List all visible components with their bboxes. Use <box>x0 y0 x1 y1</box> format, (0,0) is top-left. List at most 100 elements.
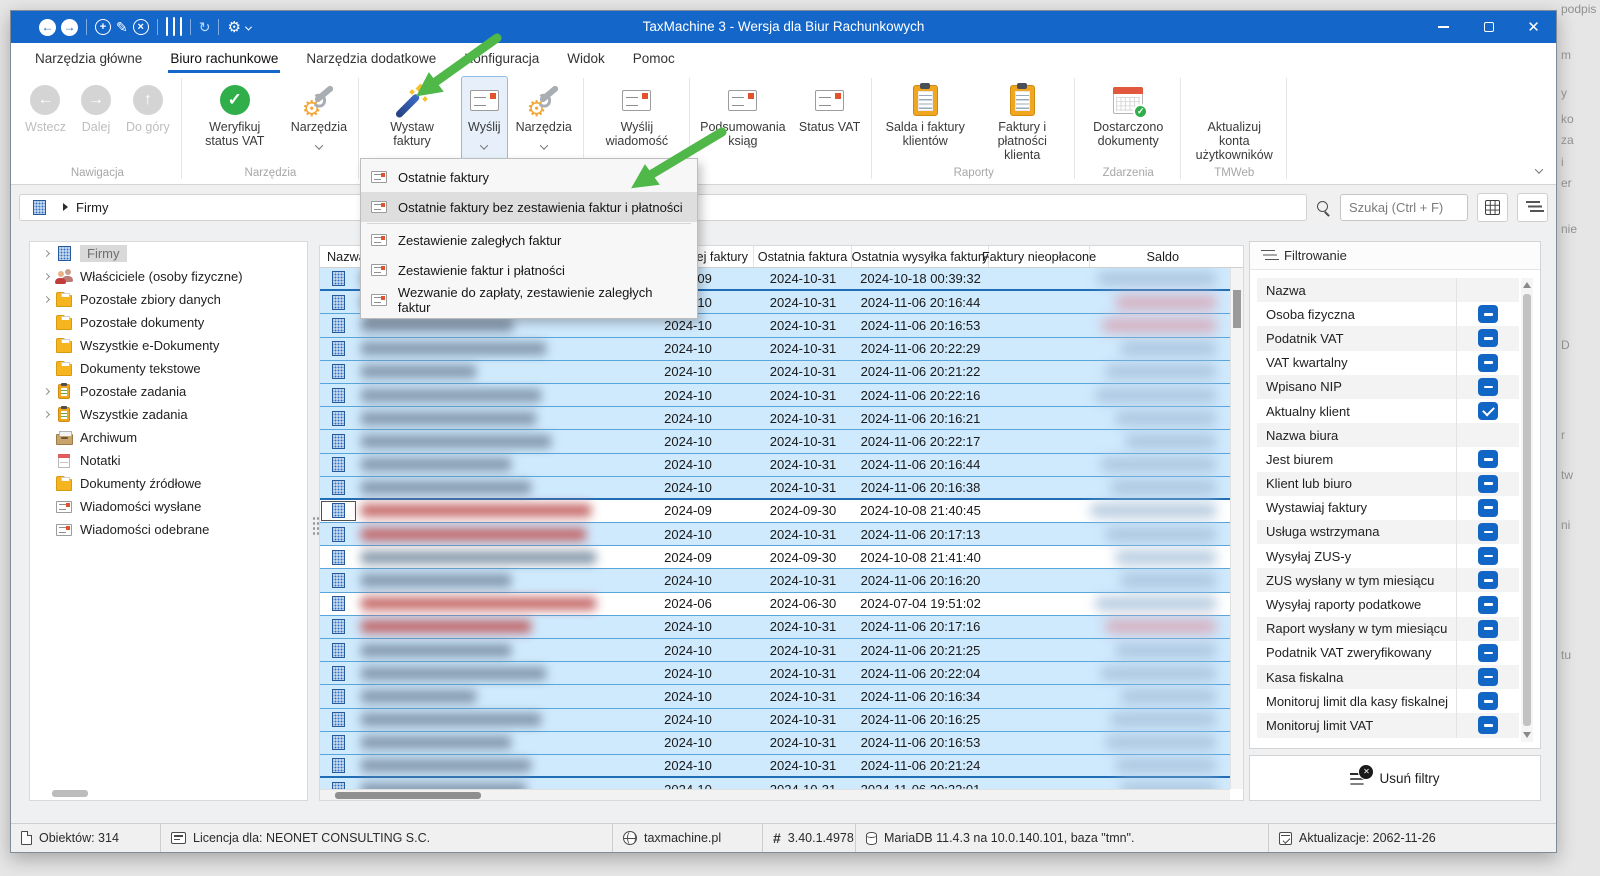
checkbox-indeterminate[interactable] <box>1478 668 1498 686</box>
table-row[interactable]: 2024-102024-10-312024-11-06 20:22:04 <box>320 662 1230 685</box>
close-button[interactable]: ✕ <box>1511 11 1556 43</box>
checkbox-indeterminate[interactable] <box>1478 329 1498 347</box>
checkbox-indeterminate[interactable] <box>1478 378 1498 396</box>
expand-chevron-icon[interactable] <box>39 389 54 394</box>
table-row[interactable]: 2024-102024-10-312024-11-06 20:16:20 <box>320 569 1230 592</box>
faktury-i-p-atno-ci-klienta-ribbon-button[interactable]: Faktury i płatności klienta <box>974 76 1070 165</box>
checkbox-indeterminate[interactable] <box>1478 692 1498 710</box>
tree-item-dokumenty-r-d-owe[interactable]: Dokumenty źródłowe <box>30 472 307 495</box>
checkbox-indeterminate[interactable] <box>1478 499 1498 517</box>
table-row[interactable]: 2024-102024-10-312024-11-06 20:16:53 <box>320 732 1230 755</box>
table-row[interactable]: 2024-102024-10-312024-11-06 20:22:16 <box>320 384 1230 407</box>
checkbox-indeterminate[interactable] <box>1478 354 1498 372</box>
narz-dzia-ribbon-button[interactable]: ⚙Narzędzia <box>284 76 354 165</box>
filter-scrollbar[interactable] <box>1521 278 1533 742</box>
tree-item-pozosta-e-zbiory-danych[interactable]: Pozostałe zbiory danych <box>30 288 307 311</box>
tab-widok[interactable]: Widok <box>553 43 619 73</box>
wy-lij-ribbon-button[interactable]: Wyślij <box>461 76 508 165</box>
column-header-ostatnia-wysy-ka-faktury[interactable]: Ostatnia wysyłka faktury <box>852 246 989 267</box>
expand-chevron-icon[interactable] <box>39 274 54 279</box>
checkbox-indeterminate[interactable] <box>1478 644 1498 662</box>
checkbox-indeterminate[interactable] <box>1478 547 1498 565</box>
wy-lij-wiadomo-ribbon-button[interactable]: Wyślij wiadomość <box>589 76 685 165</box>
table-row[interactable]: 2024-102024-10-312024-11-06 20:22:17 <box>320 430 1230 453</box>
table-row[interactable]: 2024-102024-10-312024-11-06 20:22:01 <box>320 778 1230 789</box>
table-row[interactable]: 2024-092024-09-302024-10-08 21:41:40 <box>320 546 1230 569</box>
ribbon-collapse-chevron-icon[interactable] <box>1535 165 1543 173</box>
salda-i-faktury-klient-w-ribbon-button[interactable]: Salda i faktury klientów <box>877 76 973 165</box>
column-header-faktury-nieop-acone[interactable]: Faktury nieopłacone <box>989 246 1090 267</box>
tree-item-pozosta-e-dokumenty[interactable]: Pozostałe dokumenty <box>30 311 307 334</box>
tree-item-pozosta-e-zadania[interactable]: Pozostałe zadania <box>30 380 307 403</box>
dalej-ribbon-button[interactable]: →Dalej <box>74 76 118 165</box>
tree-horizontal-scrollbar[interactable] <box>52 790 88 797</box>
do-g-ry-ribbon-button[interactable]: ↑Do góry <box>119 76 177 165</box>
search-input[interactable] <box>1340 194 1468 221</box>
dostarczono-dokumenty-ribbon-button[interactable]: ✓Dostarczono dokumenty <box>1080 76 1176 165</box>
tree-item-wiadomo-ci-odebrane[interactable]: Wiadomości odebrane <box>30 518 307 541</box>
checkbox-indeterminate[interactable] <box>1478 716 1498 734</box>
table-vertical-scrollbar-thumb[interactable] <box>1233 290 1241 328</box>
checkbox-indeterminate[interactable] <box>1478 523 1498 541</box>
scroll-down-icon[interactable] <box>1523 732 1531 738</box>
tab-pomoc[interactable]: Pomoc <box>619 43 689 73</box>
menu-item-ostatnie-faktury-bez-zestawienia-faktur-[interactable]: Ostatnie faktury bez zestawienia faktur … <box>361 192 697 222</box>
tab-narz-dzia-dodatkowe[interactable]: Narzędzia dodatkowe <box>292 43 450 73</box>
tree-item-firmy[interactable]: Firmy <box>30 242 307 265</box>
wstecz-ribbon-button[interactable]: ←Wstecz <box>18 76 73 165</box>
tab-konfiguracja[interactable]: Konfiguracja <box>450 43 553 73</box>
scroll-up-icon[interactable] <box>1523 282 1531 288</box>
checkbox-checked[interactable] <box>1478 402 1498 420</box>
table-row[interactable]: 2024-102024-10-312024-11-06 20:16:25 <box>320 709 1230 732</box>
table-row[interactable]: 2024-102024-10-312024-11-06 20:17:16 <box>320 616 1230 639</box>
checkbox-indeterminate[interactable] <box>1478 305 1498 323</box>
table-row[interactable]: 2024-102024-10-312024-11-06 20:16:21 <box>320 407 1230 430</box>
tree-item-wszystkie-e-dokumenty[interactable]: Wszystkie e-Dokumenty <box>30 334 307 357</box>
grid-view-button[interactable] <box>1477 193 1508 222</box>
expand-chevron-icon[interactable] <box>39 251 54 256</box>
checkbox-indeterminate[interactable] <box>1478 450 1498 468</box>
checkbox-indeterminate[interactable] <box>1478 571 1498 589</box>
tree-item-wiadomo-ci-wys-ane[interactable]: Wiadomości wysłane <box>30 495 307 518</box>
filter-view-button[interactable] <box>1517 193 1548 222</box>
column-header-saldo[interactable]: Saldo <box>1090 246 1243 267</box>
table-row[interactable]: 2024-062024-06-302024-07-04 19:51:02 <box>320 593 1230 616</box>
table-row[interactable]: 2024-102024-10-312024-11-06 20:21:24 <box>320 755 1230 778</box>
table-row[interactable]: 2024-102024-10-312024-11-06 20:17:13 <box>320 523 1230 546</box>
table-row[interactable]: 2024-092024-09-302024-10-08 21:40:45 <box>320 500 1230 523</box>
tree-item-notatki[interactable]: Notatki <box>30 449 307 472</box>
table-vertical-scrollbar[interactable] <box>1230 268 1243 789</box>
menu-item-wezwanie-do-zap-aty-zestawienie-zaleg-yc[interactable]: Wezwanie do zapłaty, zestawienie zaległy… <box>361 285 697 315</box>
tree-item-w-a-ciciele-osoby-fizyczne[interactable]: Właściciele (osoby fizyczne) <box>30 265 307 288</box>
tab-biuro-rachunkowe[interactable]: Biuro rachunkowe <box>156 43 292 73</box>
clear-filters-button[interactable]: Usuń filtry <box>1249 755 1541 801</box>
maximize-button[interactable] <box>1466 11 1511 43</box>
status-vat-ribbon-button[interactable]: Status VAT <box>792 76 867 165</box>
aktualizuj-konta-u-ytkownik-w-ribbon-button[interactable]: Aktualizuj konta użytkowników <box>1186 76 1282 165</box>
table-row[interactable]: 2024-102024-10-312024-11-06 20:16:34 <box>320 685 1230 708</box>
table-row[interactable]: 2024-102024-10-312024-11-06 20:21:25 <box>320 639 1230 662</box>
checkbox-indeterminate[interactable] <box>1478 475 1498 493</box>
podsumowania-ksi-g-ribbon-button[interactable]: Podsumowania ksiąg <box>695 76 791 165</box>
table-row[interactable]: 2024-102024-10-312024-11-06 20:16:38 <box>320 477 1230 500</box>
minimize-button[interactable] <box>1421 11 1466 43</box>
table-row[interactable]: 2024-102024-10-312024-11-06 20:22:29 <box>320 338 1230 361</box>
tree-item-wszystkie-zadania[interactable]: Wszystkie zadania <box>30 403 307 426</box>
tree-item-dokumenty-tekstowe[interactable]: Dokumenty tekstowe <box>30 357 307 380</box>
tab-narz-dzia-g-wne[interactable]: Narzędzia główne <box>21 43 156 73</box>
table-horizontal-scrollbar[interactable] <box>320 789 1230 800</box>
checkbox-indeterminate[interactable] <box>1478 596 1498 614</box>
weryfikuj-status-vat-ribbon-button[interactable]: ✓Weryfikuj status VAT <box>187 76 283 165</box>
menu-item-ostatnie-faktury[interactable]: Ostatnie faktury <box>361 162 697 192</box>
filter-scrollbar-thumb[interactable] <box>1523 294 1531 726</box>
wystaw-faktury-ribbon-button[interactable]: Wystaw faktury <box>364 76 460 165</box>
table-horizontal-scrollbar-thumb[interactable] <box>335 792 481 799</box>
table-row[interactable]: 2024-102024-10-312024-11-06 20:16:44 <box>320 454 1230 477</box>
menu-item-zestawienie-zaleg-ych-faktur[interactable]: Zestawienie zaległych faktur <box>361 225 697 255</box>
narz-dzia-ribbon-button[interactable]: ⚙Narzędzia <box>509 76 579 165</box>
menu-item-zestawienie-faktur-i-p-atno-ci[interactable]: Zestawienie faktur i płatności <box>361 255 697 285</box>
tree-item-archiwum[interactable]: Archiwum <box>30 426 307 449</box>
table-row[interactable]: 2024-102024-10-312024-11-06 20:21:22 <box>320 361 1230 384</box>
expand-chevron-icon[interactable] <box>39 412 54 417</box>
expand-chevron-icon[interactable] <box>39 297 54 302</box>
